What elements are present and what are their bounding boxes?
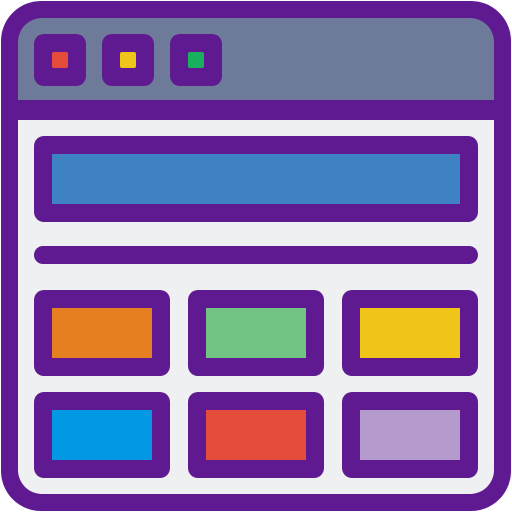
tile-yellow xyxy=(342,290,478,376)
title-bar xyxy=(18,18,494,100)
tile-lavender xyxy=(342,392,478,478)
tile-red xyxy=(188,392,324,478)
close-button[interactable] xyxy=(34,34,86,86)
browser-window-layout-icon xyxy=(1,1,511,511)
tile-orange xyxy=(34,290,170,376)
header-banner xyxy=(34,136,478,222)
minimize-dot xyxy=(120,52,136,68)
minimize-button[interactable] xyxy=(102,34,154,86)
tile-green xyxy=(188,290,324,376)
maximize-button[interactable] xyxy=(170,34,222,86)
maximize-dot xyxy=(188,52,204,68)
close-dot xyxy=(52,52,68,68)
tile-blue xyxy=(34,392,170,478)
divider-line xyxy=(34,246,478,264)
